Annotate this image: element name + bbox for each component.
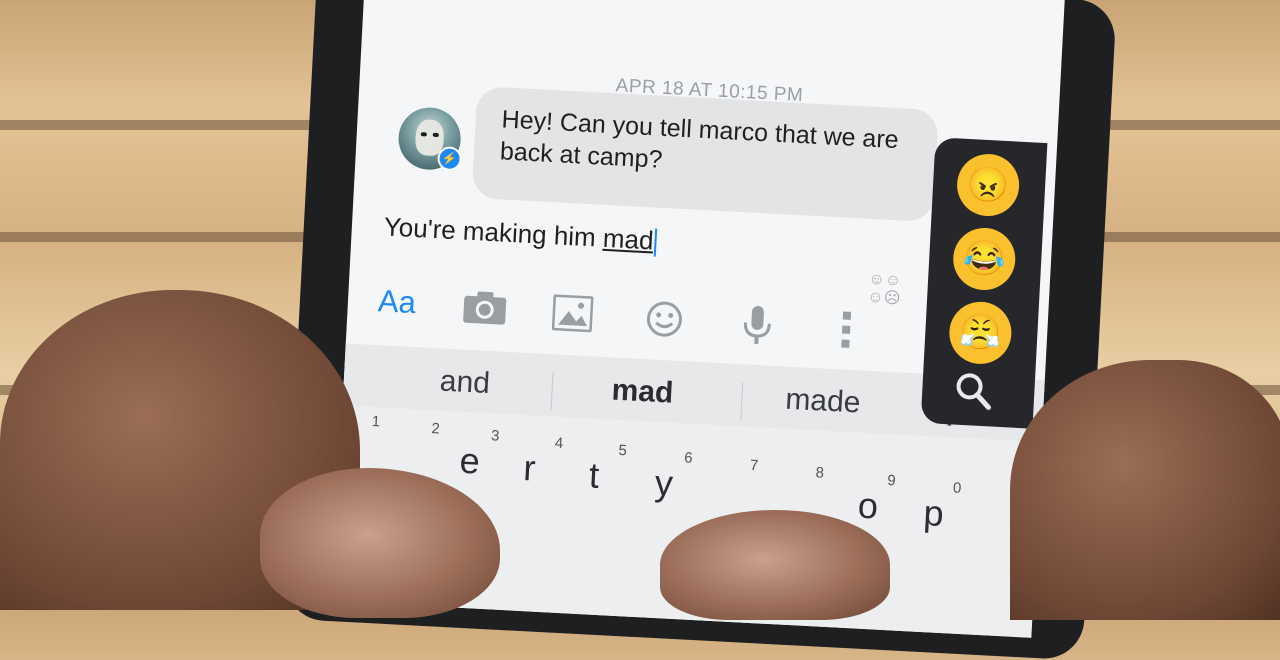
key-number-hint: 3: [490, 427, 500, 445]
microphone-icon[interactable]: [741, 304, 773, 354]
key-number-hint: 8: [815, 464, 825, 482]
text-cursor: [653, 228, 658, 257]
more-icon[interactable]: [838, 309, 854, 358]
key-t[interactable]: t: [588, 454, 600, 496]
key-y[interactable]: y: [654, 462, 674, 505]
key-number-hint: 1: [371, 412, 381, 431]
avatar[interactable]: ⚡: [397, 106, 463, 172]
message-input[interactable]: You're making him mad: [383, 211, 944, 271]
key-number-hint: 5: [618, 441, 628, 460]
message-text: Hey! Can you tell marco that we are back…: [499, 105, 900, 174]
key-number-hint: 6: [683, 449, 694, 467]
suggestion-divider: [550, 372, 554, 411]
laughing-emoji-icon[interactable]: 😂: [951, 226, 1017, 292]
key-number-hint: 9: [886, 472, 897, 490]
key-number-hint: 0: [952, 479, 962, 497]
key-number-hint: 4: [554, 434, 564, 453]
right-hand: [1010, 360, 1280, 620]
text-format-button[interactable]: Aa: [377, 283, 417, 321]
key-number-hint: 2: [430, 420, 441, 438]
messenger-badge-icon: ⚡: [436, 146, 463, 172]
suggestion-item[interactable]: made: [785, 383, 862, 421]
key-number-hint: 7: [749, 456, 759, 475]
angry-emoji-icon[interactable]: 😠: [955, 152, 1021, 218]
avatar-eye: [420, 132, 427, 137]
emoji-panel: 😠 😂 😤: [920, 137, 1048, 429]
composer-current-word: mad: [602, 222, 655, 256]
incoming-message-bubble[interactable]: Hey! Can you tell marco that we are back…: [471, 86, 939, 223]
frustrated-emoji-icon[interactable]: 😤: [947, 300, 1013, 366]
right-thumb: [660, 510, 890, 620]
emoji-icon[interactable]: [644, 299, 684, 347]
gallery-icon[interactable]: [551, 293, 594, 340]
suggestion-divider: [740, 382, 744, 421]
composer-text: You're making him: [383, 211, 604, 253]
key-e[interactable]: e: [459, 440, 481, 483]
key-r[interactable]: r: [522, 447, 536, 490]
suggestion-item[interactable]: and: [439, 365, 491, 402]
avatar-eye: [432, 132, 439, 138]
key-o[interactable]: o: [857, 485, 879, 528]
key-p[interactable]: p: [923, 492, 945, 535]
suggestion-item-primary[interactable]: mad: [611, 374, 674, 411]
search-icon[interactable]: [953, 371, 993, 421]
camera-icon[interactable]: [462, 290, 508, 334]
